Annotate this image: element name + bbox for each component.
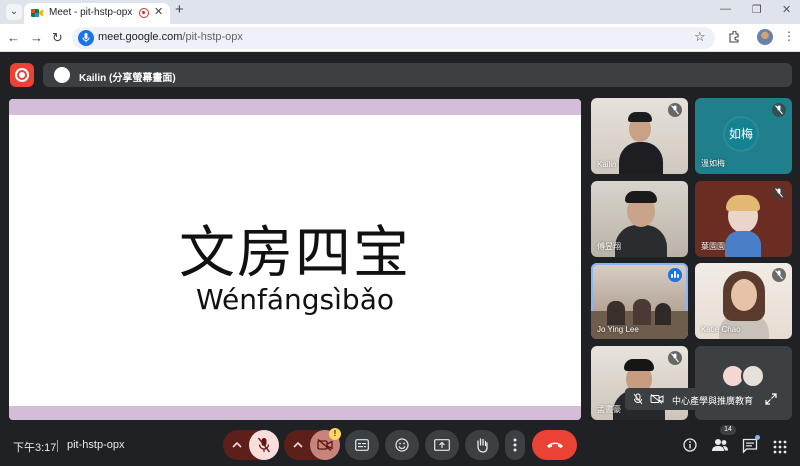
expand-icon[interactable] (765, 393, 777, 405)
captions-icon (355, 439, 369, 451)
video-person (615, 225, 667, 257)
browser-menu-icon[interactable]: ⋮ (783, 29, 795, 43)
divider (57, 440, 58, 452)
browser-tabstrip: ⌄ Meet - pit-hstp-opx ✕ + — ❐ ✕ (0, 0, 800, 24)
participant-name: 溫如梅 (701, 159, 725, 168)
meet-favicon-icon (31, 9, 43, 17)
slide-top-band (9, 99, 581, 115)
presenter-avatar (54, 67, 70, 83)
slide-bottom-band (9, 406, 581, 420)
end-call-icon (547, 442, 563, 448)
meeting-details-button[interactable] (675, 430, 705, 460)
muted-mic-icon (668, 351, 682, 365)
participant-tile[interactable]: Katie Chao (695, 263, 792, 339)
present-screen-button[interactable] (425, 430, 459, 460)
slide-pinyin: Wénfángsìbǎo (196, 283, 394, 316)
participant-tile[interactable]: 傅昱翔 (591, 181, 688, 257)
extensions-puzzle-icon[interactable] (728, 31, 740, 43)
overflow-chip-label: 中心產學與推廣教育 (672, 396, 754, 406)
participant-name: 葉園園 (701, 242, 725, 251)
presenter-label: Kailin (分享螢幕畫面) (79, 73, 176, 84)
tab-title: Meet - pit-hstp-opx (49, 7, 133, 18)
audio-options-chevron-icon[interactable] (232, 441, 242, 449)
speaking-indicator-icon (668, 268, 682, 282)
camera-off-icon (650, 394, 664, 404)
microphone-in-use-icon[interactable] (78, 30, 94, 46)
microphone-control (223, 430, 279, 460)
video-person (607, 301, 625, 325)
reload-icon[interactable]: ↻ (52, 30, 63, 46)
back-arrow-icon[interactable]: ← (7, 30, 20, 45)
forward-arrow-icon[interactable]: → (30, 30, 43, 45)
camera-off-icon (317, 439, 333, 451)
people-button[interactable] (705, 432, 735, 462)
video-warning-badge: ! (329, 428, 341, 440)
url-text: meet.google.com/pit-hstp-opx (98, 31, 243, 43)
record-icon (15, 68, 29, 82)
recording-button[interactable] (10, 63, 34, 87)
chat-button[interactable] (735, 432, 765, 462)
participant-name: Kailin (597, 160, 617, 169)
emoji-icon (395, 438, 409, 452)
info-icon (683, 438, 697, 452)
participant-tile[interactable]: Kailin (591, 98, 688, 174)
muted-mic-icon (633, 393, 643, 405)
hand-icon (477, 438, 488, 453)
muted-mic-icon (772, 268, 786, 282)
participant-name: Jo Ying Lee (597, 325, 639, 334)
participant-name: Katie Chao (701, 325, 741, 334)
profile-avatar[interactable] (757, 29, 773, 45)
others-avatar (741, 364, 765, 388)
shared-screen: 文房四宝 Wénfángsìbǎo (9, 99, 581, 420)
participant-name: 孟書豪 (597, 405, 621, 414)
unread-dot (755, 435, 760, 440)
browser-toolbar: ← → ↻ meet.google.com/pit-hstp-opx ☆ ⋮ (0, 24, 800, 52)
apps-grid-icon (773, 440, 787, 454)
raise-hand-button[interactable] (465, 430, 499, 460)
more-vert-icon (513, 438, 517, 452)
muted-mic-icon (772, 103, 786, 117)
address-bar[interactable]: meet.google.com/pit-hstp-opx ☆ (72, 27, 715, 49)
participant-avatar: 如梅 (725, 118, 757, 150)
activities-button[interactable] (765, 432, 795, 462)
close-window-icon[interactable]: ✕ (782, 3, 791, 16)
participant-tile[interactable]: Jo Ying Lee (591, 263, 688, 339)
meeting-time: 下午3:17 (13, 442, 57, 454)
participant-name: 傅昱翔 (597, 242, 621, 251)
video-options-chevron-icon[interactable] (293, 441, 303, 449)
participant-tile[interactable]: 如梅 溫如梅 (695, 98, 792, 174)
muted-mic-icon (772, 186, 786, 200)
browser-tab-meet[interactable]: Meet - pit-hstp-opx ✕ (24, 3, 170, 24)
chat-icon (742, 438, 758, 454)
minimize-window-icon[interactable]: — (720, 3, 731, 15)
captions-button[interactable] (345, 430, 379, 460)
leave-call-button[interactable] (532, 430, 577, 460)
video-person (619, 142, 663, 174)
bookmark-star-icon[interactable]: ☆ (694, 29, 706, 45)
people-icon (712, 439, 728, 451)
presentation-bar: Kailin (分享螢幕畫面) (43, 63, 792, 87)
present-screen-icon (434, 439, 450, 451)
restore-window-icon[interactable]: ❐ (752, 3, 762, 16)
more-options-button[interactable] (505, 430, 525, 460)
emoji-reaction-button[interactable] (385, 430, 419, 460)
slide-title: 文房四宝 (179, 221, 411, 286)
microphone-toggle-button[interactable] (249, 430, 279, 460)
mic-off-icon (258, 437, 270, 453)
tab-search-chevron-icon[interactable]: ⌄ (6, 4, 22, 20)
tab-close-icon[interactable]: ✕ (154, 5, 163, 18)
participant-tile[interactable]: 葉園園 (695, 181, 792, 257)
muted-mic-icon (668, 103, 682, 117)
new-tab-button[interactable]: + (175, 1, 184, 18)
meeting-code: pit-hstp-opx (67, 439, 125, 451)
recording-indicator-icon (139, 8, 149, 18)
overflow-participant-chip[interactable]: 中心產學與推廣教育 (625, 388, 782, 410)
